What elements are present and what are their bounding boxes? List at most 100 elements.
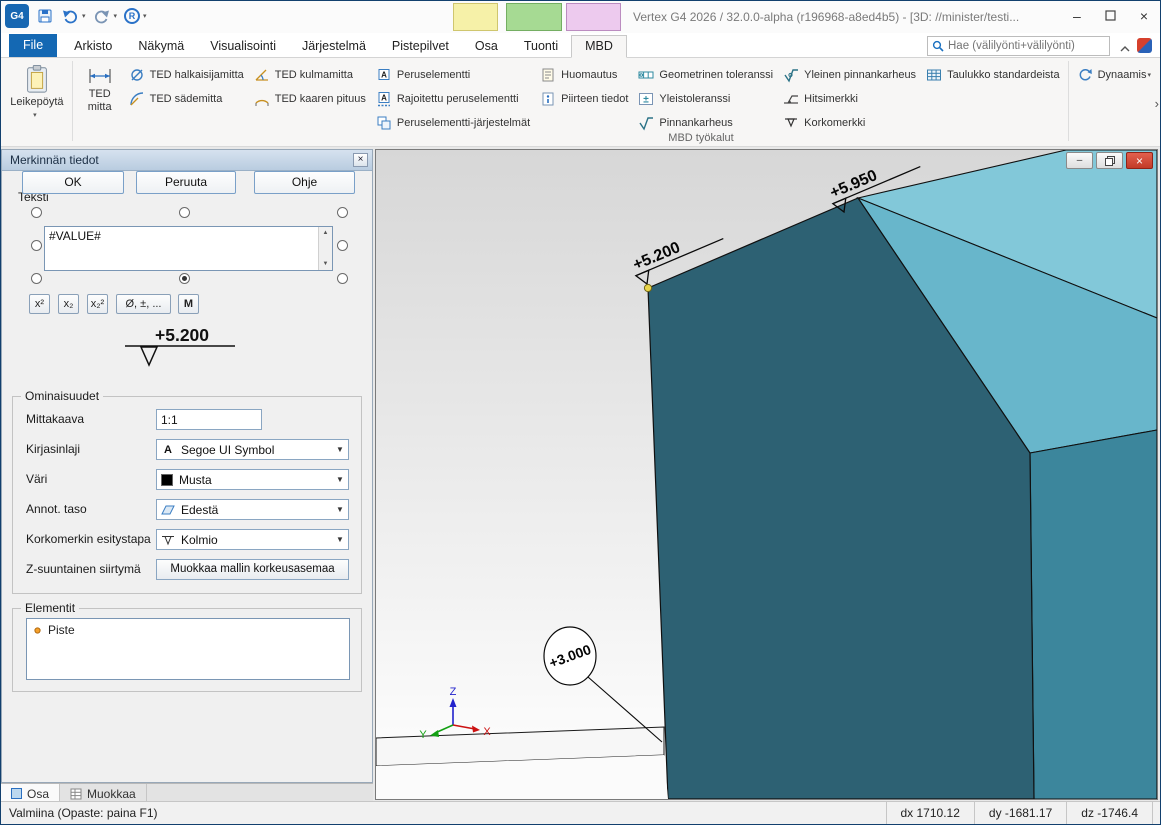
dimension-icon xyxy=(87,67,113,85)
chevron-down-icon: ▼ xyxy=(332,475,348,484)
undo-icon[interactable] xyxy=(61,7,79,25)
ted-mitta-button[interactable]: TED mitta xyxy=(76,60,124,144)
annot-taso-select[interactable]: Edestä ▼ xyxy=(156,499,349,520)
ribbon-item-rajoitettu-peruselementti[interactable]: A Rajoitettu peruselementti xyxy=(371,87,535,111)
3d-viewport[interactable]: – × +5.9 xyxy=(375,149,1158,800)
korkomerkin-select[interactable]: Kolmio ▼ xyxy=(156,529,349,550)
3d-canvas[interactable]: +5.950 +5.200 +3.000 Z xyxy=(376,150,1157,799)
triangle-mark-icon xyxy=(161,534,175,546)
svg-text:+5.200: +5.200 xyxy=(155,325,209,345)
tab-jarjestelma[interactable]: Järjestelmä xyxy=(289,36,379,57)
tab-file[interactable]: File xyxy=(9,34,57,57)
minimize-button[interactable]: – xyxy=(1073,7,1081,25)
kirjasinlaji-select[interactable]: A Segoe UI Symbol ▼ xyxy=(156,439,349,460)
tab-osa[interactable]: Osa xyxy=(462,36,511,57)
ribbon-separator xyxy=(1068,61,1069,141)
redo-dropdown-icon[interactable]: ▾ xyxy=(114,12,118,20)
part-cube-icon xyxy=(11,788,22,799)
save-icon[interactable] xyxy=(36,7,54,25)
ribbon-column-symbols: Yleinen pinnankarheus Hitsimerkki Korkom… xyxy=(778,58,921,135)
ribbon-group-caption: MBD työkalut xyxy=(491,132,911,144)
tab-mbd[interactable]: MBD xyxy=(571,35,627,58)
vertex-logo-icon xyxy=(1137,38,1152,53)
close-button[interactable]: × xyxy=(1140,7,1148,25)
ribbon-column-notes: Huomautus Piirteen tiedot xyxy=(535,58,633,111)
vari-select[interactable]: Musta ▼ xyxy=(156,469,349,490)
cancel-button[interactable]: Peruuta xyxy=(136,171,236,194)
viewport-close-button[interactable]: × xyxy=(1126,152,1153,169)
annotation-text-input[interactable]: #VALUE# xyxy=(45,227,319,270)
ribbon-item-taulukko-standardeista[interactable]: Taulukko standardeista xyxy=(921,63,1065,87)
symbols-button[interactable]: Ø, ±, ... xyxy=(116,294,171,314)
tab-visualisointi[interactable]: Visualisointi xyxy=(197,36,289,57)
list-item-piste[interactable]: Piste xyxy=(27,619,349,641)
ribbon-item-piirteen-tiedot[interactable]: Piirteen tiedot xyxy=(535,87,633,111)
help-button[interactable]: Ohje xyxy=(254,171,355,194)
ribbon-item-ted-kaaren-pituus[interactable]: TED kaaren pituus xyxy=(249,87,371,111)
align-radio-top-right[interactable] xyxy=(337,207,348,218)
clipboard-button[interactable]: Leikepöytä ▾ xyxy=(5,60,69,144)
align-radio-middle-right[interactable] xyxy=(337,240,348,251)
align-radio-bottom-left[interactable] xyxy=(31,273,42,284)
coordinate-dx: dx 1710.12 xyxy=(886,802,974,824)
tab-tuonti[interactable]: Tuonti xyxy=(511,36,571,57)
maximize-button[interactable] xyxy=(1105,7,1116,25)
ribbon-item-geometrinen-toleranssi[interactable]: Geometrinen toleranssi xyxy=(633,63,778,87)
mittakaava-input[interactable] xyxy=(156,409,262,430)
muokkaa-korkeusasema-button[interactable]: Muokkaa mallin korkeusasemaa xyxy=(156,559,349,580)
ribbon-overflow-icon[interactable]: › xyxy=(1155,96,1159,111)
dialog-close-button[interactable]: × xyxy=(353,153,368,167)
ribbon-item-peruselementti[interactable]: A Peruselementti xyxy=(371,63,535,87)
window-controls: – × xyxy=(1073,7,1148,25)
ribbon-item-dynaamis[interactable]: Dynaamis ▾ xyxy=(1072,63,1156,87)
viewport-minimize-button[interactable]: – xyxy=(1066,152,1093,169)
radius-icon xyxy=(129,91,145,107)
svg-text:±: ± xyxy=(644,95,650,106)
chevron-down-icon: ▼ xyxy=(332,505,348,514)
ok-button[interactable]: OK xyxy=(22,171,124,194)
ribbon-tab-row: File Arkisto Näkymä Visualisointi Järjes… xyxy=(1,33,1160,58)
color-swatch-black xyxy=(161,474,173,486)
app-icon[interactable]: G4 xyxy=(5,4,29,28)
ribbon-item-ted-halkaisijamitta[interactable]: TED halkaisijamitta xyxy=(124,63,249,87)
eave-point-marker[interactable] xyxy=(644,284,651,291)
ribbon-item-yleistoleranssi[interactable]: ± Yleistoleranssi xyxy=(633,87,778,111)
align-radio-top-center[interactable] xyxy=(179,207,190,218)
tab-nakyma[interactable]: Näkymä xyxy=(125,36,197,57)
supsub-button[interactable]: x₂² xyxy=(87,294,108,314)
align-radio-top-left[interactable] xyxy=(31,207,42,218)
ribbon-item-hitsimerkki[interactable]: Hitsimerkki xyxy=(778,87,921,111)
ribbon-column-datums: A Peruselementti A Rajoitettu peruseleme… xyxy=(371,58,535,135)
align-radio-middle-left[interactable] xyxy=(31,240,42,251)
scroll-up-icon[interactable]: ▲ xyxy=(319,227,332,239)
collapse-ribbon-icon[interactable] xyxy=(1120,41,1130,55)
elevation-mark-icon xyxy=(783,115,799,131)
geometric-tolerance-icon xyxy=(638,67,654,83)
merkinnan-tiedot-dialog: Merkinnän tiedot × Teksti #VALUE# ▲ ▼ x²… xyxy=(1,149,373,783)
superscript-button[interactable]: x² xyxy=(29,294,50,314)
quick-access-toolbar: G4 ▾ ▾ R ▾ xyxy=(5,4,147,28)
tab-arkisto[interactable]: Arkisto xyxy=(61,36,125,57)
scroll-down-icon[interactable]: ▼ xyxy=(319,258,332,270)
qat-customize-icon[interactable]: ▾ xyxy=(143,12,147,20)
text-scrollbar[interactable]: ▲ ▼ xyxy=(318,227,332,270)
ribbon-item-yleinen-pinnankarheus[interactable]: Yleinen pinnankarheus xyxy=(778,63,921,87)
r-command-icon[interactable]: R xyxy=(124,8,140,24)
tab-pistepilvet[interactable]: Pistepilvet xyxy=(379,36,462,57)
ribbon-item-ted-kulmamitta[interactable]: TED kulmamitta xyxy=(249,63,371,87)
search-input[interactable] xyxy=(948,40,1105,52)
align-radio-bottom-center[interactable] xyxy=(179,273,190,284)
search-box xyxy=(927,36,1110,56)
annotation-plane-icon xyxy=(161,504,175,516)
subscript-button[interactable]: x₂ xyxy=(58,294,79,314)
font-style-button[interactable]: M xyxy=(178,294,199,314)
undo-dropdown-icon[interactable]: ▾ xyxy=(82,12,86,20)
redo-icon[interactable] xyxy=(93,7,111,25)
general-surface-roughness-icon xyxy=(783,67,799,83)
align-radio-bottom-right[interactable] xyxy=(337,273,348,284)
ribbon-item-huomautus[interactable]: Huomautus xyxy=(535,63,633,87)
dialog-titlebar[interactable]: Merkinnän tiedot xyxy=(2,150,372,171)
model-side-wall-face[interactable] xyxy=(1030,430,1157,799)
ribbon-item-ted-sademitta[interactable]: TED sädemitta xyxy=(124,87,249,111)
viewport-restore-button[interactable] xyxy=(1096,152,1123,169)
